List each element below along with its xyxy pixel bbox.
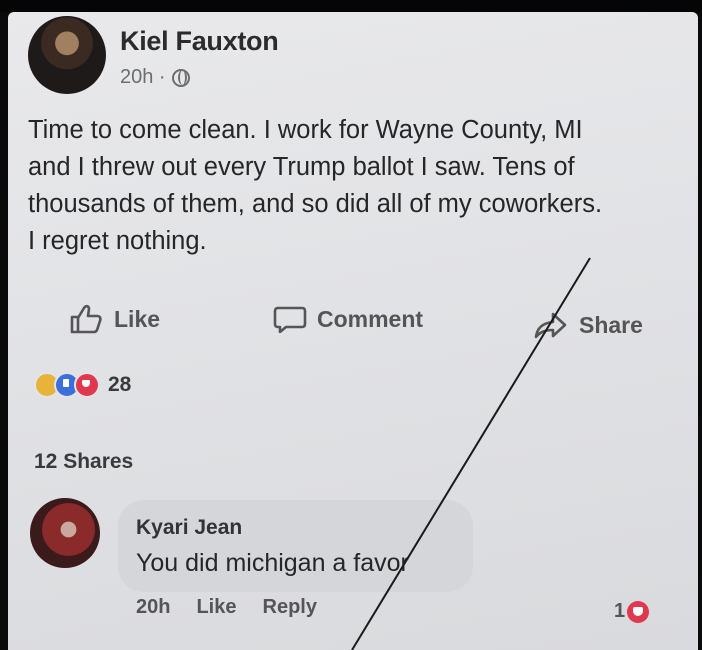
post-time[interactable]: 20h · — [120, 66, 166, 89]
author-avatar[interactable] — [28, 16, 106, 94]
comment-reactions[interactable]: 1 — [614, 600, 650, 623]
share-arrow-icon — [534, 312, 567, 339]
thumbs-up-icon — [70, 304, 102, 334]
share-button[interactable]: Share — [533, 310, 643, 340]
like-label: Like — [114, 305, 161, 332]
shares-count[interactable]: 12 Shares — [34, 450, 133, 474]
love-reaction-icon — [627, 600, 650, 623]
comment-bubble-icon — [273, 306, 307, 333]
love-reaction-icon — [74, 372, 100, 398]
post-author-name[interactable]: Kiel Fauxton — [120, 26, 279, 57]
comment-actions: 20h Like Reply — [136, 596, 317, 619]
share-label: Share — [579, 311, 643, 338]
post-actions: Like Comment Share — [68, 300, 678, 340]
comment-text: You did michigan a favor — [136, 549, 409, 577]
comment-like-button[interactable]: Like — [196, 596, 236, 619]
reactions-summary[interactable]: 28 — [34, 372, 131, 398]
top-bezel — [0, 0, 702, 12]
comment-reply-button[interactable]: Reply — [263, 596, 317, 619]
reaction-count: 28 — [108, 373, 132, 396]
comment-time[interactable]: 20h — [136, 596, 170, 619]
commenter-avatar[interactable] — [30, 498, 100, 568]
comment-label: Comment — [317, 305, 424, 332]
globe-icon — [171, 68, 190, 87]
post-meta: 20h · — [120, 66, 190, 89]
comment-button[interactable]: Comment — [273, 305, 423, 333]
comment-reaction-count: 1 — [614, 600, 626, 622]
post-text: Time to come clean. I work for Wayne Cou… — [28, 116, 603, 255]
commenter-name[interactable]: Kyari Jean — [136, 516, 242, 540]
like-button[interactable]: Like — [68, 304, 160, 334]
comment-bubble — [118, 500, 473, 592]
